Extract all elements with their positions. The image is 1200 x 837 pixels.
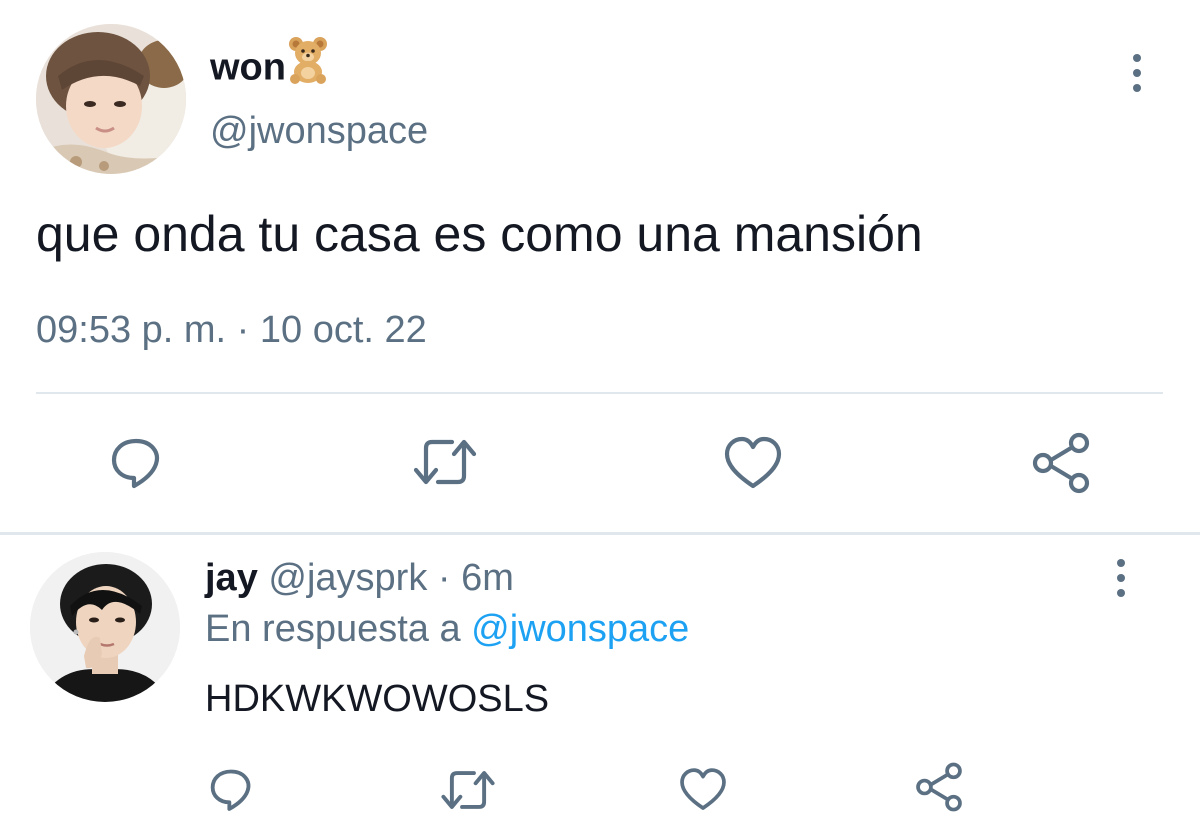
reply-retweet-icon[interactable] — [440, 766, 496, 819]
reply-icon[interactable] — [106, 432, 166, 497]
share-icon[interactable] — [1030, 432, 1092, 499]
avatar-won[interactable] — [36, 24, 186, 174]
reply-author-name[interactable]: jay — [205, 557, 258, 599]
reply-separator: · — [427, 557, 462, 599]
reply-author-handle[interactable]: @jaysprk — [268, 557, 427, 599]
section-divider — [0, 532, 1200, 535]
author-handle[interactable]: @jwonspace — [210, 108, 428, 154]
retweet-icon[interactable] — [412, 434, 478, 495]
avatar-jay[interactable] — [30, 552, 180, 702]
replying-to: En respuesta a @jwonspace — [205, 606, 689, 652]
divider — [36, 392, 1163, 394]
replying-to-prefix: En respuesta a — [205, 608, 472, 650]
reply-like-icon[interactable] — [678, 766, 728, 818]
reply-header: jay @jaysprk · 6m — [205, 555, 514, 601]
teddy-bear-icon — [288, 36, 328, 95]
tweet-text: que onda tu casa es como una mansión — [36, 206, 923, 262]
author-name[interactable]: won — [210, 37, 328, 99]
reply-reply-icon[interactable] — [206, 764, 256, 819]
tweet-timestamp[interactable]: 09:53 p. m. · 10 oct. 22 — [36, 306, 427, 354]
replying-to-link[interactable]: @jwonspace — [471, 608, 689, 650]
tweet-detail-screen: won @jwonspace que onda tu casa es como … — [0, 0, 1200, 837]
reply-text: HDKWKWOWOSLS — [205, 678, 550, 720]
like-icon[interactable] — [722, 434, 784, 497]
reply-time-ago: 6m — [461, 557, 514, 599]
more-options-icon[interactable] — [1120, 52, 1154, 94]
author-name-text: won — [210, 46, 286, 89]
main-tweet: won @jwonspace que onda tu casa es como … — [0, 0, 1200, 533]
reply-more-options-icon[interactable] — [1104, 557, 1138, 599]
reply-share-icon[interactable] — [914, 762, 964, 817]
